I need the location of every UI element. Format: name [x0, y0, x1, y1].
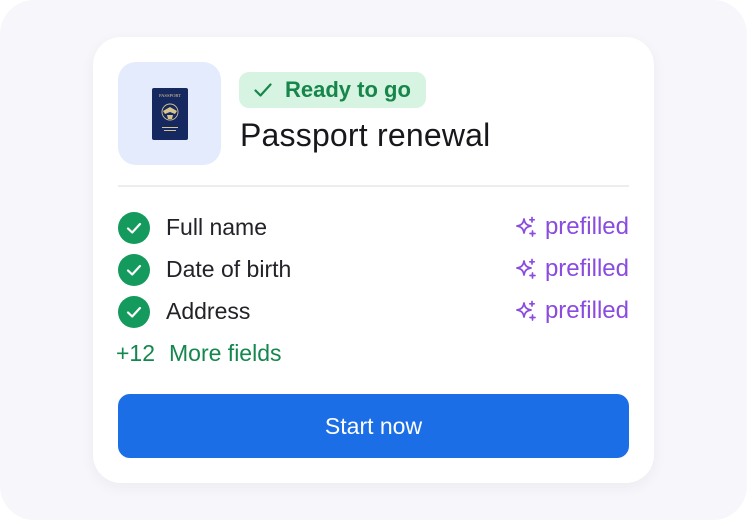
task-card: PASSPORT Ready to go Passport renewal Fu… — [93, 37, 654, 483]
svg-text:PASSPORT: PASSPORT — [158, 93, 180, 98]
document-tile: PASSPORT — [118, 62, 221, 165]
status-badge-label: Ready to go — [285, 77, 411, 102]
prefilled-label: prefilled — [544, 213, 629, 240]
field-row-date-of-birth: Date of birth prefilled — [118, 253, 629, 287]
check-circle-icon — [118, 212, 150, 244]
sparkle-icon — [516, 300, 536, 321]
more-fields-count: +12 — [116, 340, 156, 366]
field-label: Date of birth — [166, 256, 292, 282]
prefilled-status: prefilled — [514, 297, 629, 325]
field-row-full-name: Full name prefilled — [118, 211, 629, 245]
prefilled-status: prefilled — [514, 255, 629, 283]
more-fields-label: More fields — [169, 340, 282, 366]
sparkle-icon — [516, 216, 536, 237]
field-label: Full name — [166, 214, 267, 240]
field-row-address: Address prefilled — [118, 295, 629, 329]
card-title: Passport renewal — [240, 117, 491, 153]
more-fields-link[interactable]: +12 More fields — [116, 340, 282, 367]
passport-icon: PASSPORT — [151, 87, 188, 140]
start-now-button[interactable]: Start now — [118, 394, 629, 458]
divider — [118, 185, 629, 187]
prefilled-status: prefilled — [514, 213, 629, 241]
check-circle-icon — [118, 254, 150, 286]
check-circle-icon — [118, 296, 150, 328]
status-badge: Ready to go — [239, 72, 426, 108]
check-icon — [254, 83, 272, 97]
sparkle-icon — [516, 258, 536, 279]
prefilled-label: prefilled — [544, 297, 629, 324]
field-label: Address — [166, 298, 251, 324]
prefilled-label: prefilled — [544, 255, 629, 282]
